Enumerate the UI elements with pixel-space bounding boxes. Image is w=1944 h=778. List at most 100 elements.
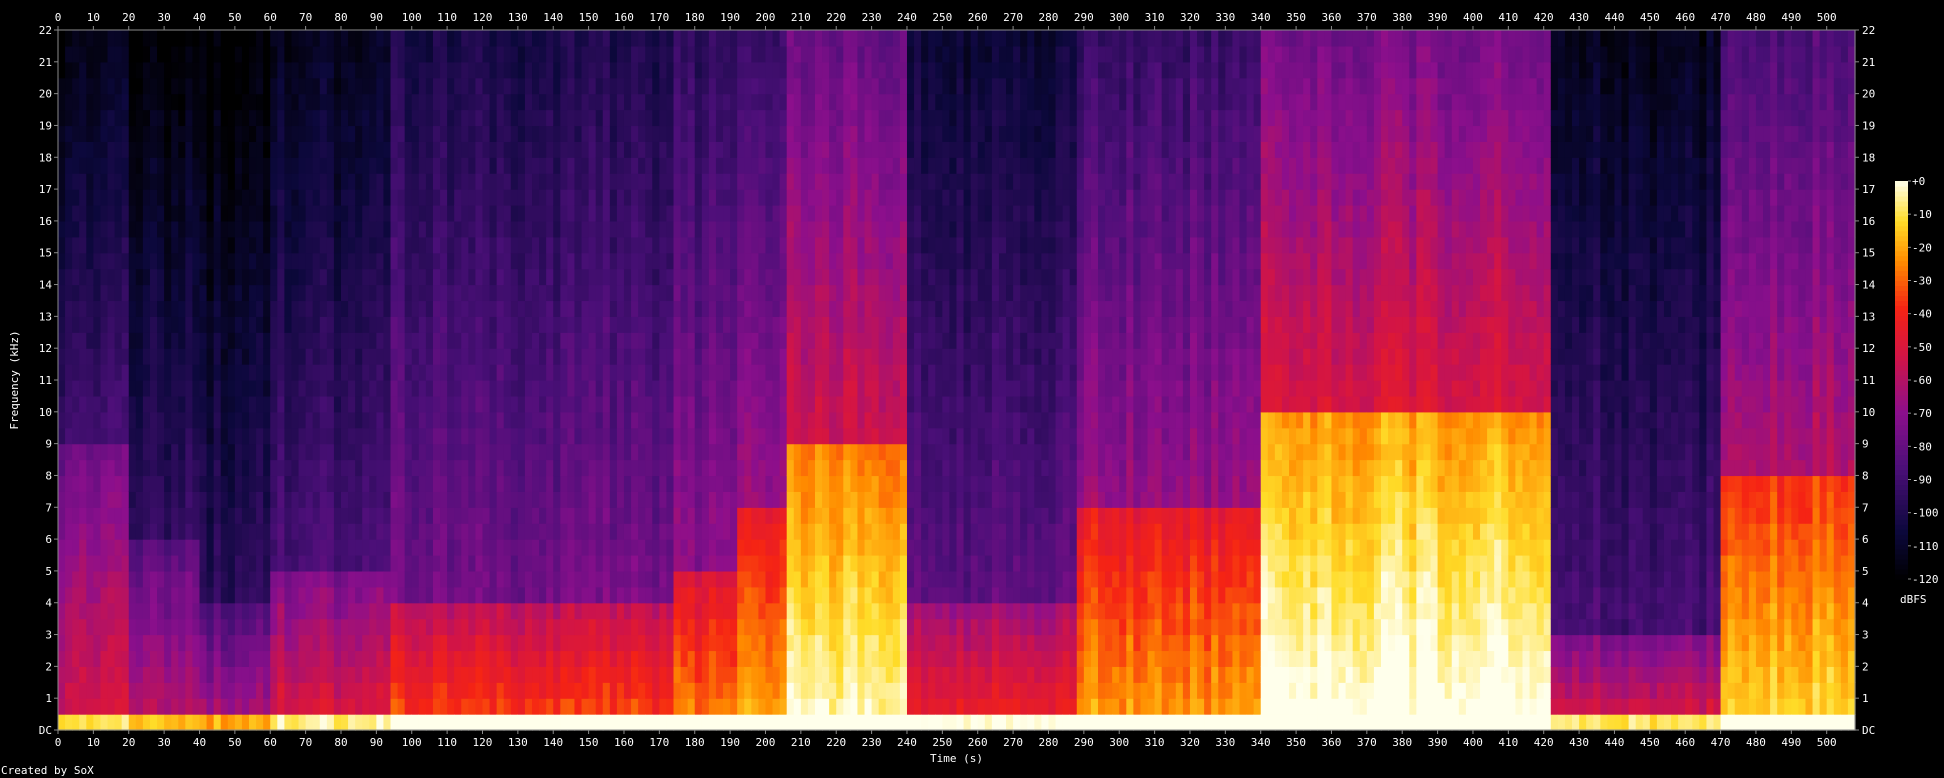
heatmap-cell xyxy=(468,682,477,699)
heatmap-cell xyxy=(701,714,710,731)
heatmap-cell xyxy=(369,459,377,477)
heatmap-cell xyxy=(815,602,823,620)
heatmap-cell xyxy=(786,141,795,158)
heatmap-cell xyxy=(100,539,109,556)
heatmap-cell xyxy=(326,459,335,477)
heatmap-cell xyxy=(539,586,547,604)
heatmap-cell xyxy=(234,300,243,317)
heatmap-cell xyxy=(744,284,752,302)
heatmap-cell xyxy=(355,77,363,95)
heatmap-cell xyxy=(440,45,448,63)
heatmap-cell xyxy=(793,220,802,238)
heatmap-cell xyxy=(404,411,413,429)
heatmap-cell xyxy=(623,602,632,620)
heatmap-cell xyxy=(234,109,243,127)
heatmap-cell xyxy=(348,650,356,667)
heatmap-cell xyxy=(340,586,349,604)
heatmap-cell xyxy=(411,173,420,190)
heatmap-cell xyxy=(843,173,851,190)
heatmap-cell xyxy=(468,395,477,413)
heatmap-cell xyxy=(779,109,788,127)
heatmap-cell xyxy=(786,523,795,540)
heatmap-cell xyxy=(553,586,561,604)
heatmap-cell xyxy=(609,714,618,731)
heatmap-cell xyxy=(574,284,583,302)
heatmap-cell xyxy=(751,380,759,397)
heatmap-cell xyxy=(744,380,752,397)
heatmap-cell xyxy=(638,93,646,111)
heatmap-cell xyxy=(355,30,363,47)
heatmap-cell xyxy=(121,570,130,588)
heatmap-cell xyxy=(829,602,837,620)
heatmap-cell xyxy=(800,570,809,588)
heatmap-cell xyxy=(539,395,547,413)
heatmap-cell xyxy=(744,682,752,699)
heatmap-cell xyxy=(291,45,300,63)
heatmap-cell xyxy=(277,586,285,604)
heatmap-cell xyxy=(807,539,816,556)
heatmap-cell xyxy=(58,45,66,63)
heatmap-cell xyxy=(178,411,186,429)
heatmap-cell xyxy=(135,141,144,158)
heatmap-cell xyxy=(241,459,250,477)
heatmap-cell xyxy=(199,284,208,302)
heatmap-cell xyxy=(609,682,618,699)
heatmap-cell xyxy=(149,30,158,47)
heatmap-cell xyxy=(829,555,837,572)
heatmap-cell xyxy=(553,475,561,492)
heatmap-cell xyxy=(263,30,271,47)
heatmap-cell xyxy=(326,602,335,620)
heatmap-cell xyxy=(256,507,264,524)
heatmap-cell xyxy=(496,555,505,572)
heatmap-cell xyxy=(475,157,484,174)
heatmap-cell xyxy=(270,475,278,492)
heatmap-cell xyxy=(461,459,469,477)
heatmap-cell xyxy=(680,252,689,270)
heatmap-cell xyxy=(751,205,759,222)
heatmap-cell xyxy=(58,586,66,604)
heatmap-cell xyxy=(249,189,257,206)
heatmap-cell xyxy=(715,205,724,222)
heatmap-cell xyxy=(701,507,710,524)
heatmap-cell xyxy=(454,109,462,127)
heatmap-cell xyxy=(581,45,590,63)
heatmap-cell xyxy=(829,332,837,349)
heatmap-cell xyxy=(574,586,583,604)
heatmap-cell xyxy=(220,30,229,47)
heatmap-cell xyxy=(553,459,561,477)
heatmap-cell xyxy=(100,141,109,158)
heatmap-cell xyxy=(708,332,717,349)
heatmap-cell xyxy=(539,268,547,286)
heatmap-cell xyxy=(701,125,710,142)
heatmap-cell xyxy=(333,555,342,572)
heatmap-cell xyxy=(786,332,795,349)
heatmap-cell xyxy=(432,650,441,667)
heatmap-cell xyxy=(86,650,94,667)
heatmap-cell xyxy=(397,173,406,190)
heatmap-cell xyxy=(241,332,250,349)
heatmap-cell xyxy=(192,539,201,556)
heatmap-cell xyxy=(249,268,257,286)
heatmap-cell xyxy=(482,714,491,731)
heatmap-cell xyxy=(475,586,484,604)
heatmap-cell xyxy=(213,570,222,588)
heatmap-cell xyxy=(857,634,866,652)
heatmap-cell xyxy=(652,507,660,524)
heatmap-cell xyxy=(432,125,441,142)
heatmap-cell xyxy=(708,268,717,286)
heatmap-cell xyxy=(298,316,307,333)
heatmap-cell xyxy=(666,364,675,381)
heatmap-cell xyxy=(277,427,285,445)
heatmap-cell xyxy=(418,77,427,95)
heatmap-cell xyxy=(475,109,484,127)
heatmap-cell xyxy=(397,364,406,381)
heatmap-cell xyxy=(270,109,278,127)
heatmap-cell xyxy=(602,348,611,365)
heatmap-cell xyxy=(277,125,285,142)
heatmap-cell xyxy=(843,618,851,636)
heatmap-cell xyxy=(489,348,498,365)
heatmap-cell xyxy=(369,666,377,683)
heatmap-cell xyxy=(581,459,590,477)
heatmap-cell xyxy=(305,364,314,381)
heatmap-cell xyxy=(524,555,533,572)
